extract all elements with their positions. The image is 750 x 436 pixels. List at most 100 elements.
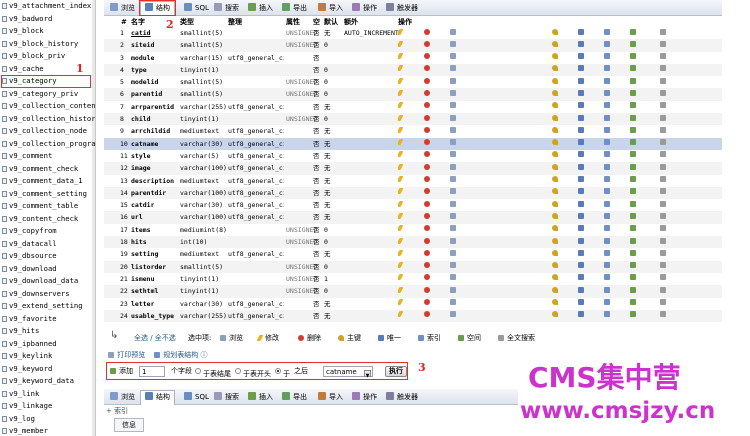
sidebar-item-v9-content-check[interactable]: v9_content_check — [0, 213, 95, 226]
tab-4[interactable]: 插入 — [248, 2, 273, 15]
tab-2[interactable]: SQL — [184, 391, 209, 404]
action-index[interactable]: 索引 — [604, 76, 611, 88]
action-edit[interactable]: 修改 — [398, 125, 403, 137]
bulk-index-button[interactable]: 索引 — [418, 333, 441, 343]
action-index[interactable]: 索引 — [604, 138, 611, 150]
action-index[interactable]: 索引 — [604, 150, 611, 162]
bulk-spatial-button[interactable]: 空间 — [458, 333, 481, 343]
action-unique[interactable]: 唯一 — [578, 285, 585, 297]
action-edit[interactable]: 修改 — [398, 39, 403, 51]
action-drop[interactable]: 删除 — [424, 211, 431, 223]
action-edit[interactable]: 修改 — [398, 224, 403, 236]
sidebar-item-v9-category-priv[interactable]: v9_category_priv — [0, 88, 95, 101]
action-distinct[interactable]: 浏览非重复值 (DISTINCT) — [450, 199, 457, 211]
action-drop[interactable]: 删除 — [424, 236, 431, 248]
field-name[interactable]: siteid — [131, 39, 154, 51]
sidebar-item-v9-collection-content[interactable]: v9_collection_content — [0, 100, 95, 113]
action-edit[interactable]: 修改 — [398, 285, 403, 297]
tab-5[interactable]: 导出 — [282, 2, 307, 15]
action-primary[interactable]: 主键 — [552, 162, 559, 174]
action-primary[interactable]: 主键 — [552, 27, 559, 39]
action-edit[interactable]: 修改 — [398, 101, 403, 113]
action-primary[interactable]: 主键 — [552, 298, 559, 310]
sidebar-item-v9-keyword-data[interactable]: v9_keyword_data — [0, 375, 95, 388]
action-spatial[interactable]: 空间 — [630, 52, 637, 64]
action-distinct[interactable]: 浏览非重复值 (DISTINCT) — [450, 88, 457, 100]
bulk-drop-button[interactable]: 删除 — [298, 333, 321, 343]
action-drop[interactable]: 删除 — [424, 64, 431, 76]
sidebar-item-v9-linkage[interactable]: v9_linkage — [0, 400, 95, 413]
action-drop[interactable]: 删除 — [424, 88, 431, 100]
action-unique[interactable]: 唯一 — [578, 64, 585, 76]
sidebar-item-v9-download[interactable]: v9_download — [0, 263, 95, 276]
field-name[interactable]: url — [131, 211, 143, 223]
action-spatial[interactable]: 空间 — [630, 285, 637, 297]
action-distinct[interactable]: 浏览非重复值 (DISTINCT) — [450, 52, 457, 64]
action-distinct[interactable]: 浏览非重复值 (DISTINCT) — [450, 261, 457, 273]
action-index[interactable]: 索引 — [604, 285, 611, 297]
field-name[interactable]: image — [131, 162, 151, 174]
action-unique[interactable]: 唯一 — [578, 273, 585, 285]
field-name[interactable]: usable_type — [131, 310, 174, 322]
action-fulltext[interactable]: 全文搜索 — [660, 261, 667, 273]
sidebar-item-v9-comment-data-1[interactable]: v9_comment_data_1 — [0, 175, 95, 188]
sidebar-item-v9-keylink[interactable]: v9_keylink — [0, 350, 95, 363]
action-fulltext[interactable]: 全文搜索 — [660, 150, 667, 162]
action-index[interactable]: 索引 — [604, 101, 611, 113]
action-drop[interactable]: 删除 — [424, 224, 431, 236]
action-index[interactable]: 索引 — [604, 211, 611, 223]
action-edit[interactable]: 修改 — [398, 187, 403, 199]
action-spatial[interactable]: 空间 — [630, 224, 637, 236]
action-unique[interactable]: 唯一 — [578, 298, 585, 310]
bulk-unique-button[interactable]: 唯一 — [378, 333, 401, 343]
action-index[interactable]: 索引 — [604, 175, 611, 187]
action-primary[interactable]: 主键 — [552, 236, 559, 248]
action-distinct[interactable]: 浏览非重复值 (DISTINCT) — [450, 125, 457, 137]
action-drop[interactable]: 删除 — [424, 39, 431, 51]
action-primary[interactable]: 主键 — [552, 64, 559, 76]
tab-7[interactable]: 操作 — [352, 391, 377, 404]
field-name[interactable]: letter — [131, 298, 154, 310]
action-distinct[interactable]: 浏览非重复值 (DISTINCT) — [450, 187, 457, 199]
action-primary[interactable]: 主键 — [552, 211, 559, 223]
action-unique[interactable]: 唯一 — [578, 224, 585, 236]
sidebar-item-v9-comment[interactable]: v9_comment — [0, 150, 95, 163]
action-edit[interactable]: 修改 — [398, 64, 403, 76]
field-name[interactable]: ismenu — [131, 273, 154, 285]
sidebar-item-v9-attachment-index[interactable]: v9_attachment_index — [0, 0, 95, 13]
action-fulltext[interactable]: 全文搜索 — [660, 125, 667, 137]
action-unique[interactable]: 唯一 — [578, 125, 585, 137]
action-index[interactable]: 索引 — [604, 224, 611, 236]
action-index[interactable]: 索引 — [604, 113, 611, 125]
tab-4[interactable]: 插入 — [248, 391, 273, 404]
action-spatial[interactable]: 空间 — [630, 273, 637, 285]
field-name[interactable]: type — [131, 64, 147, 76]
action-drop[interactable]: 删除 — [424, 27, 431, 39]
sidebar-item-v9-copyfrom[interactable]: v9_copyfrom — [0, 225, 95, 238]
field-name[interactable]: setting — [131, 248, 158, 260]
field-name[interactable]: arrparentid — [131, 101, 174, 113]
action-spatial[interactable]: 空间 — [630, 261, 637, 273]
action-unique[interactable]: 唯一 — [578, 236, 585, 248]
action-fulltext[interactable]: 全文搜索 — [660, 224, 667, 236]
action-drop[interactable]: 删除 — [424, 261, 431, 273]
action-edit[interactable]: 修改 — [398, 27, 403, 39]
action-index[interactable]: 索引 — [604, 64, 611, 76]
action-edit[interactable]: 修改 — [398, 310, 403, 322]
action-index[interactable]: 索引 — [604, 39, 611, 51]
action-fulltext[interactable]: 全文搜索 — [660, 88, 667, 100]
action-drop[interactable]: 删除 — [424, 298, 431, 310]
action-fulltext[interactable]: 全文搜索 — [660, 76, 667, 88]
action-index[interactable]: 索引 — [604, 310, 611, 322]
action-distinct[interactable]: 浏览非重复值 (DISTINCT) — [450, 285, 457, 297]
sidebar-item-v9-comment-setting[interactable]: v9_comment_setting — [0, 188, 95, 201]
action-fulltext[interactable]: 全文搜索 — [660, 101, 667, 113]
print-view-link[interactable]: 打印预览 — [108, 350, 145, 360]
action-unique[interactable]: 唯一 — [578, 248, 585, 260]
action-fulltext[interactable]: 全文搜索 — [660, 162, 667, 174]
action-spatial[interactable]: 空间 — [630, 138, 637, 150]
sidebar-item-v9-member[interactable]: v9_member — [0, 425, 95, 436]
after-field-select[interactable]: catname ▼ — [323, 366, 373, 379]
action-unique[interactable]: 唯一 — [578, 39, 585, 51]
action-distinct[interactable]: 浏览非重复值 (DISTINCT) — [450, 101, 457, 113]
